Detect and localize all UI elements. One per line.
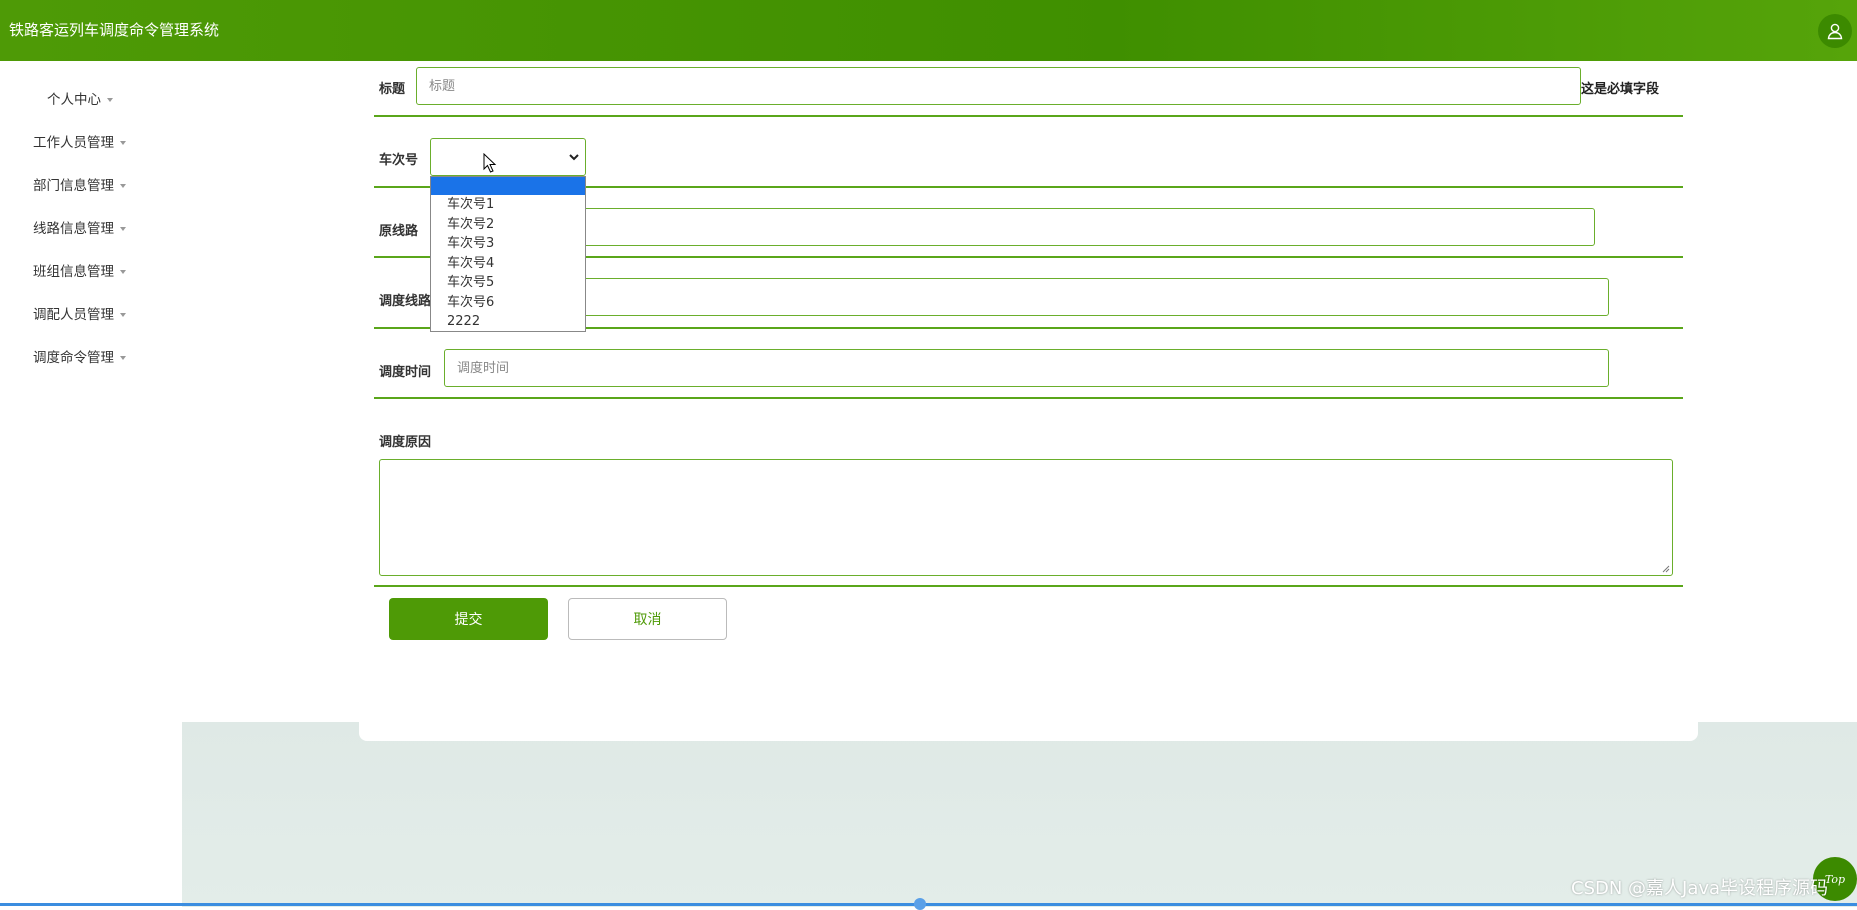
dispatch-time-label: 调度时间 — [379, 365, 432, 380]
dropdown-option[interactable]: 车次号5 — [431, 273, 585, 293]
sidebar-item-team[interactable]: 班组信息管理 — [33, 260, 126, 280]
dropdown-option[interactable]: 车次号2 — [431, 215, 585, 235]
dropdown-option[interactable]: 车次号6 — [431, 293, 585, 313]
train-number-label: 车次号 — [379, 153, 419, 168]
dispatch-reason-textarea[interactable] — [379, 459, 1673, 576]
sidebar-item-label: 调配人员管理 — [33, 307, 114, 323]
sidebar-item-staff[interactable]: 工作人员管理 — [33, 131, 126, 151]
title-label: 标题 — [379, 82, 406, 97]
row-divider — [374, 115, 1683, 117]
mouse-cursor-icon — [483, 153, 497, 173]
caret-down-icon — [120, 141, 126, 145]
dispatch-reason-label: 调度原因 — [379, 435, 432, 450]
dispatch-time-input[interactable] — [444, 349, 1609, 387]
sidebar-item-route[interactable]: 线路信息管理 — [33, 217, 126, 237]
caret-down-icon — [120, 356, 126, 360]
title-input[interactable] — [416, 67, 1581, 105]
required-note: 这是必填字段 — [1581, 82, 1660, 97]
dispatch-route-label: 调度线路 — [379, 294, 432, 309]
caret-down-icon — [120, 184, 126, 188]
row-divider — [374, 585, 1683, 587]
sidebar-item-label: 调度命令管理 — [33, 350, 114, 366]
chevron-down-icon — [569, 154, 579, 161]
submit-button[interactable]: 提交 — [389, 598, 548, 640]
user-icon[interactable] — [1818, 14, 1852, 48]
sidebar-item-label: 部门信息管理 — [33, 178, 114, 194]
dropdown-option[interactable]: 车次号1 — [431, 195, 585, 215]
caret-down-icon — [120, 270, 126, 274]
resize-handle-icon[interactable] — [1662, 565, 1670, 573]
dropdown-option[interactable]: 车次号3 — [431, 234, 585, 254]
sidebar-item-dispatcher[interactable]: 调配人员管理 — [33, 303, 126, 323]
dispatch-route-input[interactable] — [570, 278, 1609, 316]
caret-down-icon — [107, 98, 113, 102]
watermark-text: CSDN @嘉人Java毕设程序源码 — [1571, 878, 1829, 899]
dropdown-option[interactable]: 2222 — [431, 312, 585, 332]
sidebar: 个人中心 工作人员管理 部门信息管理 线路信息管理 班组信息管理 调配人员管理 … — [0, 61, 182, 907]
sidebar-item-label: 工作人员管理 — [33, 135, 114, 151]
sidebar-item-department[interactable]: 部门信息管理 — [33, 174, 126, 194]
sidebar-item-label: 线路信息管理 — [33, 221, 114, 237]
sidebar-item-label: 班组信息管理 — [33, 264, 114, 280]
original-route-input[interactable] — [570, 208, 1595, 246]
bottom-progress-line — [0, 903, 1857, 906]
dropdown-option[interactable]: 车次号4 — [431, 254, 585, 274]
top-navbar: 铁路客运列车调度命令管理系统 — [0, 0, 1857, 61]
caret-down-icon — [120, 313, 126, 317]
app-title: 铁路客运列车调度命令管理系统 — [9, 21, 220, 39]
dropdown-option-blank[interactable] — [431, 177, 585, 195]
train-number-select[interactable] — [430, 138, 586, 176]
sidebar-item-label: 个人中心 — [47, 92, 101, 108]
caret-down-icon — [120, 227, 126, 231]
train-number-dropdown[interactable]: 车次号1 车次号2 车次号3 车次号4 车次号5 车次号6 2222 — [430, 176, 586, 332]
original-route-label: 原线路 — [379, 224, 419, 239]
row-divider — [374, 397, 1683, 399]
user-icon-glyph — [1827, 23, 1843, 40]
sidebar-item-dispatch-command[interactable]: 调度命令管理 — [33, 346, 126, 366]
cancel-button[interactable]: 取消 — [568, 598, 727, 640]
progress-handle[interactable] — [914, 898, 926, 910]
sidebar-item-personal-center[interactable]: 个人中心 — [47, 88, 113, 108]
